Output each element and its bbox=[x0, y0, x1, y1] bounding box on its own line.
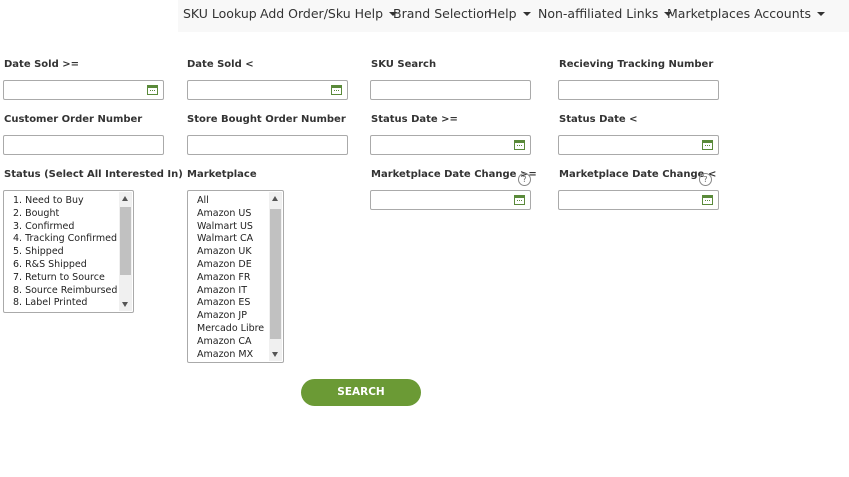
status-listbox[interactable]: 1. Need to Buy 2. Bought 3. Confirmed 4.… bbox=[3, 190, 134, 313]
status-date-to-input[interactable] bbox=[558, 135, 719, 155]
calendar-icon[interactable] bbox=[331, 85, 342, 95]
calendar-icon[interactable] bbox=[514, 140, 525, 150]
nav-marketplaces-accounts[interactable]: Marketplaces Accounts bbox=[667, 6, 826, 21]
store-bought-order-label: Store Bought Order Number bbox=[187, 114, 346, 125]
status-select-label: Status (Select All Interested In) bbox=[4, 169, 183, 180]
list-item[interactable]: 7. Return to Source bbox=[4, 272, 133, 285]
nav-sku-lookup-label: SKU Lookup bbox=[183, 6, 257, 21]
calendar-icon[interactable] bbox=[147, 85, 158, 95]
sku-search-input[interactable] bbox=[370, 80, 531, 100]
help-icon[interactable]: ? bbox=[518, 173, 531, 186]
list-item[interactable]: 3. Confirmed bbox=[4, 221, 133, 234]
mp-date-change-from-input[interactable] bbox=[370, 190, 531, 210]
list-item[interactable]: 5. Shipped bbox=[4, 246, 133, 259]
search-button[interactable]: SEARCH bbox=[301, 379, 421, 406]
nav-brand-selection-label: Brand Selection bbox=[393, 6, 492, 21]
status-scrollbar[interactable] bbox=[119, 192, 132, 311]
nav-help[interactable]: Help bbox=[488, 6, 531, 21]
marketplace-scrollbar[interactable] bbox=[269, 192, 282, 361]
status-options: 1. Need to Buy 2. Bought 3. Confirmed 4.… bbox=[4, 191, 133, 310]
store-bought-order-input[interactable] bbox=[187, 135, 348, 155]
list-item[interactable]: 1. Need to Buy bbox=[4, 195, 133, 208]
scroll-up-icon[interactable] bbox=[272, 196, 278, 201]
nav-brand-selection[interactable]: Brand Selection bbox=[393, 6, 492, 21]
caret-down-icon bbox=[522, 11, 531, 16]
nav-help-label: Help bbox=[488, 6, 517, 21]
help-icon[interactable]: ? bbox=[699, 173, 712, 186]
list-item[interactable]: 8. Source Reimbursed bbox=[4, 285, 133, 298]
receiving-tracking-input[interactable] bbox=[558, 80, 719, 100]
scroll-down-icon[interactable] bbox=[122, 302, 128, 307]
scroll-up-icon[interactable] bbox=[122, 196, 128, 201]
marketplace-listbox[interactable]: All Amazon US Walmart US Walmart CA Amaz… bbox=[187, 190, 284, 363]
mp-date-change-to-label: Marketplace Date Change < bbox=[559, 169, 717, 180]
date-sold-to-input[interactable] bbox=[187, 80, 348, 100]
calendar-icon[interactable] bbox=[702, 195, 713, 205]
nav-non-affiliated-label: Non-affiliated Links bbox=[538, 6, 659, 21]
nav-marketplaces-accounts-label: Marketplaces Accounts bbox=[667, 6, 812, 21]
caret-down-icon bbox=[817, 11, 826, 16]
mp-date-change-to-input[interactable] bbox=[558, 190, 719, 210]
status-date-from-input[interactable] bbox=[370, 135, 531, 155]
sku-search-label: SKU Search bbox=[371, 59, 437, 70]
status-date-to-label: Status Date < bbox=[559, 114, 638, 125]
nav-add-order-help-label: Add Order/Sku Help bbox=[260, 6, 384, 21]
list-item[interactable]: 4. Tracking Confirmed bbox=[4, 233, 133, 246]
scroll-thumb[interactable] bbox=[270, 209, 281, 339]
date-sold-from-label: Date Sold >= bbox=[4, 59, 79, 70]
list-item[interactable]: 2. Bought bbox=[4, 208, 133, 221]
scroll-thumb[interactable] bbox=[120, 207, 131, 275]
nav-sku-lookup[interactable]: SKU Lookup bbox=[183, 6, 257, 21]
mp-date-change-from-label: Marketplace Date Change >= bbox=[371, 169, 537, 180]
calendar-icon[interactable] bbox=[514, 195, 525, 205]
customer-order-label: Customer Order Number bbox=[4, 114, 143, 125]
marketplace-label: Marketplace bbox=[187, 169, 257, 180]
status-date-from-label: Status Date >= bbox=[371, 114, 458, 125]
list-item[interactable]: 8. Label Printed bbox=[4, 297, 133, 310]
calendar-icon[interactable] bbox=[702, 140, 713, 150]
nav-add-order-help[interactable]: Add Order/Sku Help bbox=[260, 6, 398, 21]
date-sold-from-input[interactable] bbox=[3, 80, 164, 100]
date-sold-to-label: Date Sold < bbox=[187, 59, 254, 70]
customer-order-input[interactable] bbox=[3, 135, 164, 155]
list-item[interactable]: 6. R&S Shipped bbox=[4, 259, 133, 272]
receiving-tracking-label: Recieving Tracking Number bbox=[559, 59, 714, 70]
nav-non-affiliated-links[interactable]: Non-affiliated Links bbox=[538, 6, 673, 21]
scroll-down-icon[interactable] bbox=[272, 352, 278, 357]
